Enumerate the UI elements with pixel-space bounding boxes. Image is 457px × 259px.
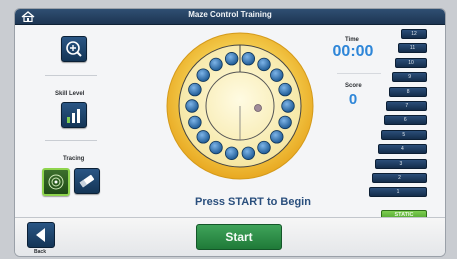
level-bar-11[interactable]: 11	[398, 43, 427, 54]
back-button[interactable]	[27, 222, 55, 248]
tracing-target-button[interactable]	[42, 168, 70, 196]
title-bar: Maze Control Training	[15, 9, 445, 25]
level-bars-icon	[67, 109, 80, 123]
maze-dot	[185, 99, 199, 113]
divider	[45, 75, 97, 76]
level-bar-5[interactable]: 5	[380, 129, 428, 140]
level-bar-9[interactable]: 9	[392, 72, 427, 83]
maze-dot	[188, 82, 202, 97]
maze-dot	[241, 52, 256, 66]
level-bar-12[interactable]: 12	[401, 29, 427, 39]
maze-dot	[257, 140, 271, 155]
maze-dot	[188, 115, 202, 130]
level-bar-6[interactable]: 6	[383, 115, 428, 126]
maze-dot	[270, 130, 284, 144]
skill-level-label: Skill Level	[55, 91, 85, 97]
app-window: Maze Control Training Skill Level Tracin…	[14, 8, 446, 257]
skill-level-button[interactable]	[61, 102, 87, 128]
maze-board[interactable]	[165, 31, 315, 181]
maze-dot	[281, 99, 295, 113]
score-label: Score	[345, 83, 362, 89]
start-button[interactable]: Start	[196, 224, 282, 250]
zoom-in-icon	[66, 41, 82, 57]
level-bar-8[interactable]: 8	[389, 86, 427, 97]
maze-dot	[278, 115, 292, 130]
maze-dot	[278, 82, 292, 97]
maze-dot	[196, 68, 210, 82]
divider	[337, 73, 381, 74]
maze-dot	[224, 146, 239, 160]
score-value: 0	[348, 91, 358, 108]
maze-dot	[209, 57, 223, 72]
level-bar-1[interactable]: 1	[369, 187, 427, 198]
tracing-eraser-button[interactable]	[74, 168, 100, 194]
target-icon	[48, 174, 64, 190]
maze-dot	[224, 52, 239, 66]
back-arrow-icon	[36, 228, 45, 242]
level-bar-7[interactable]: 7	[386, 101, 427, 111]
maze-dot	[209, 140, 223, 155]
level-bar-3[interactable]: 3	[374, 158, 427, 169]
maze-dot	[257, 57, 271, 72]
maze-dot	[196, 130, 210, 144]
maze-dot	[241, 146, 256, 160]
start-prompt: Press START to Begin	[195, 196, 311, 208]
divider	[45, 140, 97, 141]
time-value: 00:00	[332, 43, 374, 60]
level-bar-4[interactable]: 4	[377, 144, 428, 155]
level-bar-10[interactable]: 10	[395, 57, 427, 68]
eraser-icon	[79, 174, 95, 188]
back-label: Back	[34, 249, 46, 255]
zoom-button[interactable]	[61, 36, 87, 62]
maze-dot	[270, 68, 284, 82]
page-title: Maze Control Training	[188, 10, 272, 19]
level-bar-2[interactable]: 2	[371, 173, 427, 183]
tracing-label: Tracing	[63, 156, 85, 162]
maze-cursor	[254, 104, 262, 112]
